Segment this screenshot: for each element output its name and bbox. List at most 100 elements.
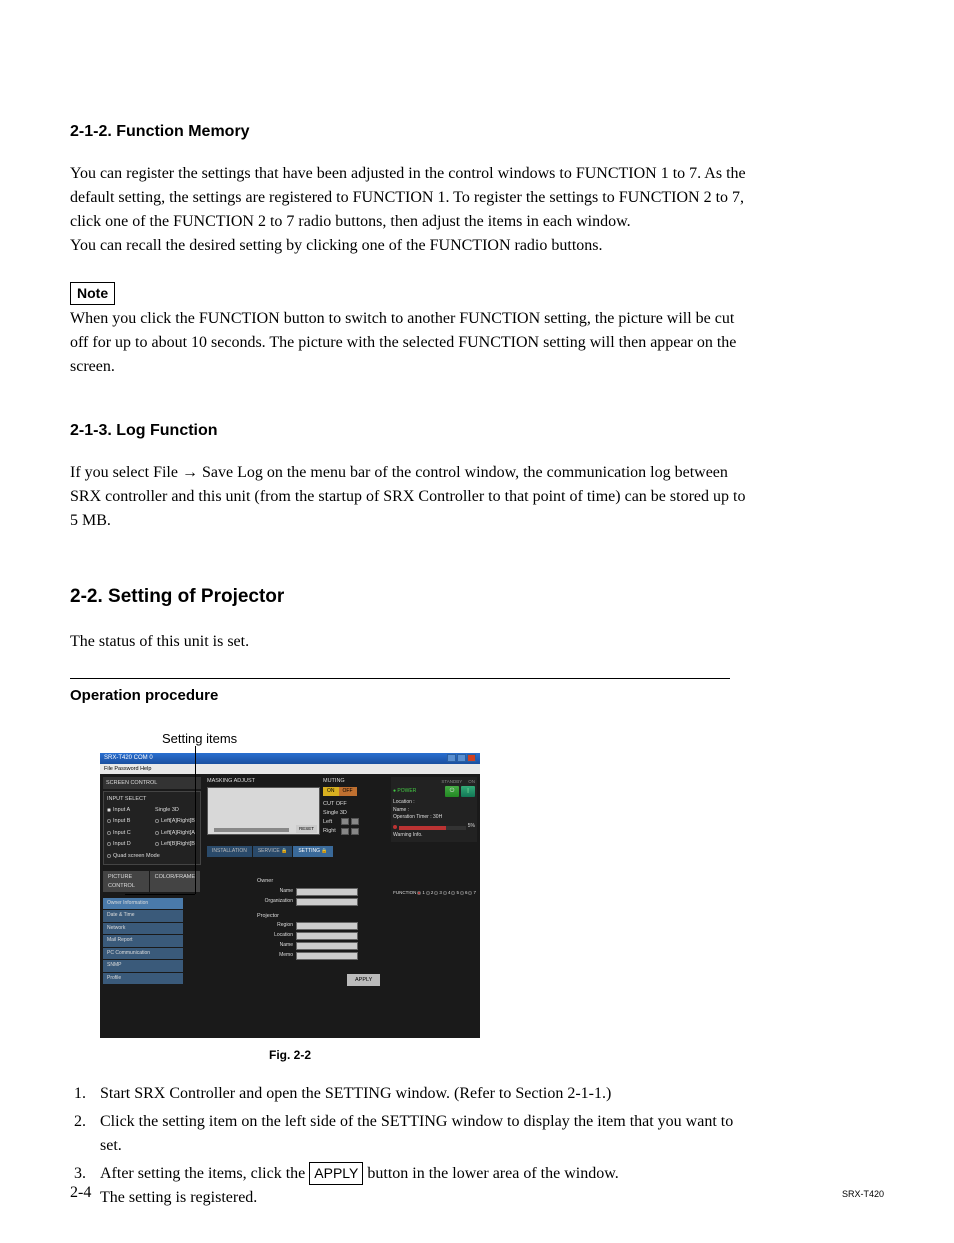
tab-service[interactable]: SERVICE 🔒	[253, 846, 293, 858]
standby-label: STANDBY	[441, 779, 462, 786]
tab-setting[interactable]: SETTING 🔒	[293, 846, 332, 858]
sidebar-item-pc-comm[interactable]: PC Communication	[103, 948, 183, 960]
projector-section: Projector	[257, 912, 477, 920]
minimize-icon[interactable]	[447, 754, 456, 762]
lamp-dot-icon	[393, 825, 397, 829]
radio-icon[interactable]	[107, 808, 111, 812]
sidebar-item-owner-info[interactable]: Owner Information	[103, 898, 183, 910]
input-d: Input D	[113, 840, 131, 848]
function-label: FUNCTION	[393, 890, 416, 897]
cutoff-right-label: Right	[323, 827, 339, 835]
cutoff-right-btn1[interactable]	[341, 828, 349, 835]
masking-area[interactable]: RESET	[207, 787, 320, 835]
organization-input[interactable]	[296, 898, 358, 906]
lock-icon: 🔒	[321, 848, 327, 854]
muting-label: MUTING	[323, 777, 388, 785]
tab-installation[interactable]: INSTALLATION	[207, 846, 252, 858]
power-icon: ⏻	[450, 787, 455, 796]
location-label: Location :	[393, 799, 475, 807]
sidebar-item-mail-report[interactable]: Mail Report	[103, 935, 183, 947]
owner-section: Owner	[257, 877, 477, 885]
radio-icon[interactable]	[107, 854, 111, 858]
function-radio-2[interactable]	[426, 891, 430, 895]
pname-input[interactable]	[296, 942, 358, 950]
cutoff-single: Single 3D	[323, 809, 388, 817]
on-label: ON	[468, 779, 475, 786]
function-radio-1[interactable]	[417, 891, 421, 895]
name-label: Name :	[393, 807, 475, 815]
step-2: Click the setting item on the left side …	[70, 1110, 750, 1158]
step-1: Start SRX Controller and open the SETTIN…	[70, 1082, 750, 1106]
leader-line	[195, 746, 196, 894]
input-select-label: INPUT SELECT	[107, 795, 197, 803]
radio-icon[interactable]	[107, 819, 111, 823]
screen-control-title: SCREEN CONTROL	[103, 777, 201, 789]
radio-icon[interactable]	[155, 842, 159, 846]
close-icon[interactable]	[467, 754, 476, 762]
muting-on-button[interactable]: ON	[323, 787, 339, 797]
tab-color-frame[interactable]: COLOR/FRAME	[150, 871, 200, 892]
function-radio-4[interactable]	[443, 891, 447, 895]
radio-icon[interactable]	[107, 831, 111, 835]
radio-icon[interactable]	[155, 831, 159, 835]
mode-lr-bb: Left[B]Right[B]	[161, 840, 196, 848]
cutoff-left-btn1[interactable]	[341, 818, 349, 825]
cutoff-left-btn2[interactable]	[351, 818, 359, 825]
p-22-1: The status of this unit is set.	[70, 630, 750, 654]
mask-slider[interactable]	[214, 828, 289, 832]
form-org-label: Organization	[257, 898, 293, 906]
note-label: Note	[70, 282, 115, 305]
form-region-label: Region	[257, 922, 293, 930]
function-radio-6[interactable]	[460, 891, 464, 895]
sidebar-item-profile[interactable]: Profile	[103, 973, 183, 985]
on-button[interactable]: |	[461, 786, 475, 797]
name-input[interactable]	[296, 888, 358, 896]
cutoff-right-btn2[interactable]	[351, 828, 359, 835]
input-a: Input A	[113, 806, 130, 814]
figure-caption: Fig. 2-2	[100, 1046, 480, 1064]
function-radio-3[interactable]	[434, 891, 438, 895]
region-input[interactable]	[296, 922, 358, 930]
apply-button[interactable]: APPLY	[347, 974, 380, 986]
mode-single3d: Single 3D	[155, 806, 179, 814]
sidebar-item-network[interactable]: Network	[103, 923, 183, 935]
note-body: When you click the FUNCTION button to sw…	[70, 307, 750, 379]
lamp-pct: 5%	[468, 823, 475, 831]
power-label: ● POWER	[393, 788, 416, 796]
maximize-icon[interactable]	[457, 754, 466, 762]
operation-timer: Operation Timer : 30H	[393, 814, 475, 822]
radio-icon[interactable]	[155, 819, 159, 823]
location-input[interactable]	[296, 932, 358, 940]
memo-input[interactable]	[296, 952, 358, 960]
form-name2-label: Name	[257, 942, 293, 950]
warning-info: Warning Info.	[393, 832, 475, 840]
form-name-label: Name	[257, 888, 293, 896]
function-radio-5[interactable]	[451, 891, 455, 895]
leader-line	[125, 894, 195, 895]
muting-off-button[interactable]: OFF	[339, 787, 357, 797]
window-title: SRX-T420 COM 0	[104, 754, 153, 763]
heading-2-1-2: 2-1-2. Function Memory	[70, 120, 884, 144]
input-b: Input B	[113, 817, 130, 825]
function-radio-7[interactable]	[468, 891, 472, 895]
standby-button[interactable]: ⏻	[445, 786, 459, 797]
radio-icon[interactable]	[107, 842, 111, 846]
subhead-operation-procedure: Operation procedure	[70, 685, 730, 708]
cutoff-label: CUT OFF	[323, 800, 388, 808]
lock-icon: 🔒	[281, 848, 287, 854]
cutoff-left-label: Left	[323, 818, 339, 826]
p-213-1: If you select File → Save Log on the men…	[70, 461, 750, 533]
menu-bar[interactable]: File Password Help	[100, 764, 480, 774]
setting-items-label: Setting items	[162, 729, 884, 749]
model-label: SRX-T420	[842, 1188, 884, 1202]
p-212-1: You can register the settings that have …	[70, 162, 750, 234]
reset-button[interactable]: RESET	[296, 825, 317, 833]
mode-lr-aa: Left[A]Right[A]	[161, 829, 196, 837]
quad-mode: Quad screen Mode	[113, 852, 160, 860]
tab-picture-control[interactable]: PICTURE CONTROL	[103, 871, 149, 892]
sidebar-item-snmp[interactable]: SNMP	[103, 960, 183, 972]
p-212-2: You can recall the desired setting by cl…	[70, 234, 750, 258]
form-memo-label: Memo	[257, 952, 293, 960]
lamp-bar	[399, 826, 466, 830]
sidebar-item-date-time[interactable]: Date & Time	[103, 910, 183, 922]
